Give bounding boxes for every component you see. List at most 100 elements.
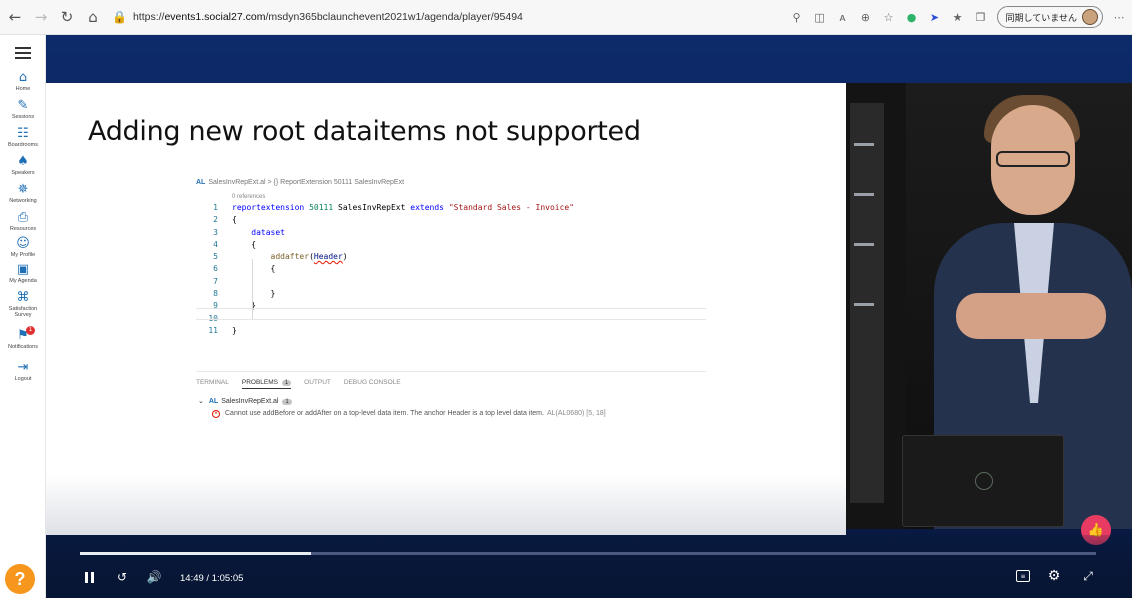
forward-icon[interactable]: → — [30, 6, 52, 28]
pause-button[interactable] — [82, 570, 96, 584]
sidebar-item-sessions[interactable]: ✎ Sessions — [0, 99, 46, 120]
sidebar-item-networking[interactable]: ✵ Networking — [0, 183, 46, 204]
player-controls: ↺ 🔊 14:49 / 1:05:05 ≡ ⚙ ⤢ — [46, 535, 1132, 598]
problem-message: Cannot use addBefore or addAfter on a to… — [225, 410, 544, 417]
search-icon[interactable]: ⚲ — [790, 10, 804, 24]
slide-title: Adding new root dataitems not supported — [88, 116, 641, 147]
help-label: ? — [14, 568, 26, 589]
profile-icon: ☺ — [16, 236, 30, 251]
current-line-highlight — [196, 308, 706, 320]
code-line: 3 dataset — [213, 227, 285, 237]
sidebar-item-label: Logout — [14, 376, 32, 382]
house-icon: ⌂ — [18, 70, 28, 85]
favorites-icon[interactable]: ★ — [951, 10, 965, 24]
sidebar-item-label: My Profile — [10, 252, 36, 258]
zoom-icon[interactable]: ⊕ — [859, 10, 873, 24]
refresh-icon[interactable]: ↻ — [56, 6, 78, 28]
laptop-logo-icon — [975, 472, 993, 490]
more-icon[interactable]: ⋯ — [1112, 10, 1126, 24]
time-display: 14:49 / 1:05:05 — [180, 573, 244, 584]
network-icon: ✵ — [17, 182, 29, 197]
address-bar[interactable]: 🔒 https://events1.social27.com/msdyn365b… — [112, 4, 632, 30]
logout-icon: ⇥ — [17, 360, 29, 375]
breadcrumb-file: SalesInvRepExt.al — [208, 179, 266, 186]
code-line: 2{ — [213, 215, 237, 225]
presenter-hands — [956, 293, 1106, 339]
help-button[interactable]: ? — [5, 564, 35, 594]
problem-file-lang: AL — [208, 398, 219, 405]
sidebar-item-speakers[interactable]: ♠ Speakers — [0, 155, 46, 176]
collections-icon[interactable]: ❐ — [974, 10, 988, 24]
code-editor: AL SalesInvRepExt.al > {} ReportExtension… — [196, 179, 706, 337]
presenter-video — [846, 83, 1132, 529]
progress-bar[interactable] — [80, 552, 1096, 555]
speaker-icon: ♠ — [17, 154, 29, 169]
code-line: 8 } — [213, 289, 276, 299]
extension-green-icon[interactable]: ● — [905, 10, 919, 24]
notification-badge: 1 — [26, 326, 35, 335]
references-lens: 0 references — [232, 194, 266, 200]
sidebar-item-label: My Agenda — [9, 278, 37, 284]
code-line: 7 — [213, 276, 218, 286]
problem-code: AL(AL0680) [5, 18] — [546, 410, 606, 417]
document-icon: ⎙ — [17, 210, 29, 225]
sidebar-item-label: Resources — [9, 226, 37, 232]
indent-guide — [252, 259, 253, 319]
breadcrumb-symbol: {} ReportExtension 50111 SalesInvRepExt — [273, 179, 405, 186]
code-line: 1 reportextension 50111 SalesInvRepExt ex… — [213, 203, 575, 212]
profile-button[interactable]: 同期していません — [996, 6, 1103, 28]
breadcrumb-lang: AL — [196, 179, 206, 186]
panel-tabs: TERMINAL PROBLEMS 1 OUTPUT DEBUG CONSOLE — [196, 371, 706, 389]
profile-status-label: 同期していません — [1005, 12, 1077, 23]
editor-breadcrumb: AL SalesInvRepExt.al > {} ReportExtension… — [196, 179, 405, 186]
avatar — [1082, 9, 1098, 25]
problem-message-row: × Cannot use addBefore or addAfter on a t… — [212, 410, 706, 418]
sidebar-item-my-profile[interactable]: ☺ My Profile — [0, 237, 46, 258]
laptop — [902, 435, 1064, 527]
error-icon: × — [212, 410, 220, 418]
tab-debug-console: DEBUG CONSOLE — [343, 379, 401, 386]
back-icon[interactable]: ← — [4, 6, 26, 28]
code-line: 5 addafter(Header) — [213, 252, 348, 262]
problem-file-row: ⌄ AL SalesInvRepExt.al 1 — [198, 397, 706, 405]
settings-gear-icon[interactable]: ⚙ — [1046, 568, 1062, 584]
fullscreen-icon[interactable]: ⤢ — [1080, 568, 1096, 584]
sidebar-item-notifications[interactable]: ⚑ Notifications 1 — [0, 326, 46, 350]
captions-button[interactable]: ≡ — [1016, 570, 1030, 582]
extension-arrow-icon[interactable]: ➤ — [928, 10, 942, 24]
sidebar-item-home[interactable]: ⌂ Home — [0, 71, 46, 92]
sidebar-item-my-agenda[interactable]: ▣ My Agenda — [0, 263, 46, 284]
tab-output: OUTPUT — [304, 379, 331, 386]
tab-problems: PROBLEMS 1 — [241, 379, 292, 389]
sidebar-item-label: Networking — [9, 198, 37, 204]
pencil-icon: ✎ — [17, 98, 29, 113]
lock-icon: 🔒 — [112, 10, 127, 24]
problem-file-count: 1 — [282, 399, 292, 405]
sidebar-item-logout[interactable]: ⇥ Logout — [0, 361, 46, 382]
code-line: 11} — [208, 325, 237, 335]
code-line: 6 { — [213, 264, 276, 274]
home-icon[interactable]: ⌂ — [82, 6, 104, 28]
browser-extensions: ⚲ ◫ ᴀ ⊕ ☆ ● ➤ ★ ❐ 同期していません ⋯ — [790, 6, 1126, 28]
survey-icon: ⌘ — [16, 290, 30, 305]
sidebar-item-label: Notifications — [8, 344, 38, 350]
volume-button[interactable]: 🔊 — [146, 569, 162, 585]
sidebar-item-resources[interactable]: ⎙ Resources — [0, 211, 46, 232]
browser-toolbar: ← → ↻ ⌂ 🔒 https://events1.social27.com/m… — [0, 0, 1132, 35]
sidebar-item-boardrooms[interactable]: ☷ Boardrooms — [0, 127, 46, 148]
sidebar-item-label: Home — [15, 86, 31, 92]
sidebar: ⌂ Home ✎ Sessions ☷ Boardrooms ♠ Speakers ✵ Netwo… — [0, 35, 46, 598]
sidebar-item-satisfaction-survey[interactable]: ⌘ Satisfaction Survey — [0, 291, 46, 318]
presenter-glasses — [996, 151, 1070, 167]
sidebar-item-label: Sessions — [11, 114, 35, 120]
progress-fill — [80, 552, 312, 555]
read-aloud-icon[interactable]: ᴀ — [836, 10, 850, 24]
chevron-down-icon: ⌄ — [198, 398, 204, 405]
video-player[interactable]: Adding new root dataitems not supported … — [46, 35, 1132, 598]
favorite-add-icon[interactable]: ☆ — [882, 10, 896, 24]
rewind-10-button[interactable]: ↺ — [114, 569, 130, 585]
calendar-icon: ▣ — [16, 262, 30, 277]
presentation-slide: Adding new root dataitems not supported … — [46, 83, 846, 535]
reader-icon[interactable]: ◫ — [813, 10, 827, 24]
menu-icon[interactable] — [15, 47, 31, 59]
